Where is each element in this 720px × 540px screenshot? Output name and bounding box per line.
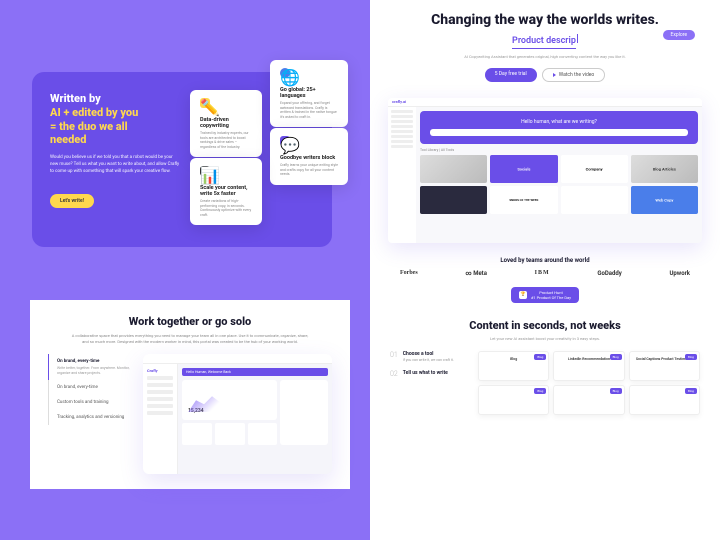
explore-button[interactable]: Explore — [663, 30, 696, 40]
r-subtitle: Product descrip — [512, 36, 576, 49]
feature-card-scale[interactable]: 📊 Scale your content, write 5x faster Cr… — [190, 158, 262, 225]
typing-cursor-icon — [577, 34, 578, 43]
hero-desc: Would you believe us if we told you that… — [50, 155, 180, 175]
rm-logo: crafly.ai — [392, 99, 406, 104]
right-hero: Explore Changing the way the worlds writ… — [370, 0, 720, 90]
rm-tile-6[interactable] — [561, 186, 628, 214]
cs-tool-cards: BlogBlog BlogLinkedIn Recommendation Blo… — [478, 351, 700, 415]
producthunt-badge[interactable]: 🏆 Product Hunt#1 Product Of The Day — [511, 287, 579, 303]
s2-title: Work together or go solo — [48, 315, 332, 328]
brand-meta: ∞ Meta — [465, 270, 487, 277]
rm-tile-socials[interactable]: Socials — [490, 155, 557, 183]
fc2-title: Go global: 25+ languages — [280, 87, 338, 99]
cs-step-1[interactable]: 01 Choose a toolIf you can write it, we … — [390, 351, 470, 362]
trophy-icon: 🏆 — [519, 291, 527, 299]
s2-item-tools[interactable]: Custom tools and training — [48, 395, 133, 410]
hero-cta-button[interactable]: Let's write! — [50, 194, 94, 208]
rm-topbar: crafly.ai — [388, 98, 702, 107]
pencil-icon: ✏️ — [200, 98, 210, 108]
watch-video-button[interactable]: Watch the video — [542, 68, 606, 82]
brand-godaddy: GoDaddy — [597, 270, 621, 277]
mock-main: Hello Human, Welcome Back 15,234 — [178, 364, 332, 449]
content-seconds-section: Content in seconds, not weeks Let your n… — [370, 319, 720, 415]
fc3-desc: Crafly learns your unique writing style … — [280, 163, 338, 177]
play-icon — [553, 73, 556, 77]
fc1-title: Data-driven copywriting — [200, 117, 252, 129]
social-proof-section: Loved by teams around the world Forbes ∞… — [370, 257, 720, 303]
s2-item-onbrand[interactable]: On brand, every-time Write better, toget… — [48, 354, 133, 380]
brand-forbes: Forbes — [400, 270, 418, 276]
hero-title-l4: needed — [50, 133, 86, 146]
mock-rightpanel — [280, 380, 328, 445]
app-mockup: crafly.ai Hello human, what are we writi… — [388, 98, 702, 243]
brand-upwork: Upwork — [669, 270, 690, 277]
brand-logos: Forbes ∞ Meta IBM GoDaddy Upwork — [390, 270, 700, 277]
cs-title: Content in seconds, not weeks — [390, 319, 700, 332]
s2-item-onbrand2[interactable]: On brand, every-time — [48, 380, 133, 395]
feature-card-writers-block[interactable]: 💬 Goodbye writers block Crafly learns yo… — [270, 128, 348, 185]
feature-card-copywriting[interactable]: ✏️ Data-driven copywriting Trained by in… — [190, 90, 262, 157]
rm-search-title: Hello human, what are we writing? — [430, 119, 688, 125]
dashboard-mockup: Crafly Hello Human, Welcome Back 15,234 — [143, 354, 332, 474]
hero-title-l1: Written by — [50, 92, 101, 105]
hero-title-l2: AI + edited by you — [50, 106, 138, 119]
rm-tool-grid: Socials Company Blog Articles SNKRS OF T… — [420, 155, 698, 214]
r-desc: AI Copywriting Assistant that generates … — [400, 54, 690, 60]
cs-card-3[interactable]: Blog — [478, 385, 549, 415]
fc3-title: Goodbye writers block — [280, 155, 338, 161]
feature-card-languages[interactable]: 🌐 Go global: 25+ languages Expand your o… — [270, 60, 348, 127]
r-subtitle-wrap: Product descrip — [400, 28, 690, 49]
mock-topbar — [143, 354, 332, 364]
mock-header: Hello Human, Welcome Back — [182, 368, 328, 376]
rm-tools-label: Tool Library | All Tools — [420, 148, 698, 152]
rm-search-input[interactable] — [430, 129, 688, 136]
r-title: Changing the way the worlds writes. — [400, 12, 690, 28]
rm-tile-webcopy[interactable]: Web Copy — [631, 186, 698, 214]
mock-sidebar: Crafly — [143, 364, 178, 474]
rm-search-banner: Hello human, what are we writing? — [420, 111, 698, 144]
s2-item-0-d: Write better, together. From anywhere. M… — [57, 366, 133, 375]
s2-feature-list: On brand, every-time Write better, toget… — [48, 354, 133, 474]
fc4-desc: Create variations of high-performing cop… — [200, 199, 252, 217]
s2-item-tracking[interactable]: Tracking, analytics and versioning — [48, 410, 133, 425]
rm-tile-snkrs[interactable]: SNKRS OF THE WEEK — [490, 186, 557, 214]
rm-tile-company[interactable]: Company — [561, 155, 628, 183]
cs-steps: 01 Choose a toolIf you can write it, we … — [390, 351, 470, 386]
cs-card-0[interactable]: BlogBlog — [478, 351, 549, 381]
cs-step1-num: 01 — [390, 351, 398, 362]
fc4-title: Scale your content, write 5x faster — [200, 185, 252, 197]
cs-desc: Let your new AI assistant boost your cre… — [390, 336, 700, 341]
cs-card-1[interactable]: BlogLinkedIn Recommendation — [553, 351, 624, 381]
loved-title: Loved by teams around the world — [390, 257, 700, 264]
mock-chart: 15,234 — [182, 380, 277, 420]
scale-icon: 📊 — [200, 166, 210, 176]
rm-main: Hello human, what are we writing? Tool L… — [416, 107, 702, 243]
fc2-desc: Expand your offering, and forget awkward… — [280, 101, 338, 119]
rm-tile-blog[interactable]: Blog Articles — [631, 155, 698, 183]
cs-card-2[interactable]: BlogSocial Captions Product Testimonial — [629, 351, 700, 381]
s2-item-0-t: On brand, every-time — [57, 359, 133, 364]
cs-step2-num: 02 — [390, 370, 398, 378]
rm-tile-0[interactable] — [420, 155, 487, 183]
s2-desc: A collaborative space that provides ever… — [70, 333, 310, 344]
mock-chart-value: 15,234 — [188, 408, 204, 414]
free-trial-button[interactable]: 5 Day free trial — [485, 68, 537, 82]
rm-sidebar — [388, 107, 416, 243]
fc1-desc: Trained by industry experts, our tools a… — [200, 131, 252, 149]
hero-title-l3: = the duo we all — [50, 120, 128, 133]
globe-icon: 🌐 — [280, 68, 290, 78]
rm-tile-4[interactable] — [420, 186, 487, 214]
mock-sidebar-logo: Crafly — [147, 368, 173, 373]
cs-card-5[interactable]: Blog — [629, 385, 700, 415]
chat-icon: 💬 — [280, 136, 290, 146]
work-together-section: Work together or go solo A collaborative… — [30, 300, 350, 489]
cs-step-2[interactable]: 02 Tell us what to write — [390, 370, 470, 378]
cs-card-4[interactable]: Blog — [553, 385, 624, 415]
brand-ibm: IBM — [535, 270, 550, 276]
